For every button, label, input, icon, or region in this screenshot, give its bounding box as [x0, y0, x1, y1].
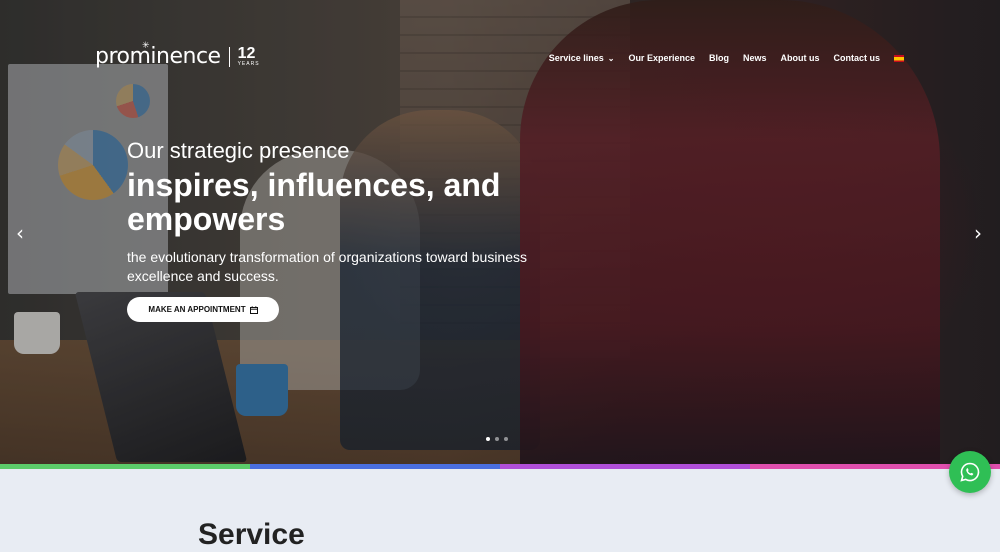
- hero-headline-line2: empowers: [127, 201, 286, 237]
- logo-wordmark: prominence: [95, 44, 221, 69]
- spanish-flag-icon[interactable]: [894, 54, 904, 62]
- calendar-icon: [249, 305, 258, 314]
- nav-item-service-lines[interactable]: Service lines ⌄: [549, 53, 615, 63]
- logo-anniversary: 12 YEARS: [238, 46, 260, 67]
- stripe-blue: [250, 464, 500, 469]
- chevron-right-icon[interactable]: ›: [974, 221, 982, 245]
- sparkle-icon: ✳: [142, 40, 150, 50]
- hero-lead: Our strategic presence: [127, 138, 350, 163]
- nav-item-news[interactable]: News: [743, 53, 767, 63]
- whatsapp-button[interactable]: [949, 451, 991, 493]
- nav-item-our-experience[interactable]: Our Experience: [628, 53, 695, 63]
- logo-anniversary-unit: YEARS: [237, 61, 260, 67]
- section-title: Service: [198, 518, 305, 551]
- nav-item-blog[interactable]: Blog: [709, 53, 729, 63]
- nav-item-about-us[interactable]: About us: [780, 53, 819, 63]
- nav-label: Service lines: [548, 53, 604, 63]
- slider-dot-1[interactable]: [486, 437, 490, 441]
- slider-pagination: [486, 437, 508, 441]
- logo-divider: [228, 46, 230, 67]
- site-logo[interactable]: ✳ prominence 12 YEARS: [95, 40, 260, 69]
- hero-subtext: the evolutionary transformation of organ…: [127, 249, 527, 284]
- make-appointment-button[interactable]: MAKE AN APPOINTMENT: [127, 297, 279, 322]
- cta-label: MAKE AN APPOINTMENT: [148, 305, 246, 314]
- hero-text: Our strategic presence inspires, influen…: [127, 138, 567, 286]
- chevron-left-icon[interactable]: ‹: [16, 221, 24, 245]
- logo-anniversary-number: 12: [237, 45, 256, 62]
- chevron-down-icon: ⌄: [607, 54, 615, 63]
- whatsapp-icon: [960, 462, 980, 482]
- slider-dot-3[interactable]: [504, 437, 508, 441]
- main-nav: Service lines ⌄ Our Experience Blog News …: [549, 53, 904, 63]
- hero-headline-line1: inspires, influences, and: [127, 167, 501, 203]
- stripe-purple: [500, 464, 750, 469]
- stripe-green: [0, 464, 250, 469]
- nav-item-contact-us[interactable]: Contact us: [833, 53, 880, 63]
- color-stripe: [0, 464, 1000, 469]
- hero-slider: ✳ prominence 12 YEARS Service lines ⌄ Our…: [0, 0, 1000, 464]
- slider-dot-2[interactable]: [495, 437, 499, 441]
